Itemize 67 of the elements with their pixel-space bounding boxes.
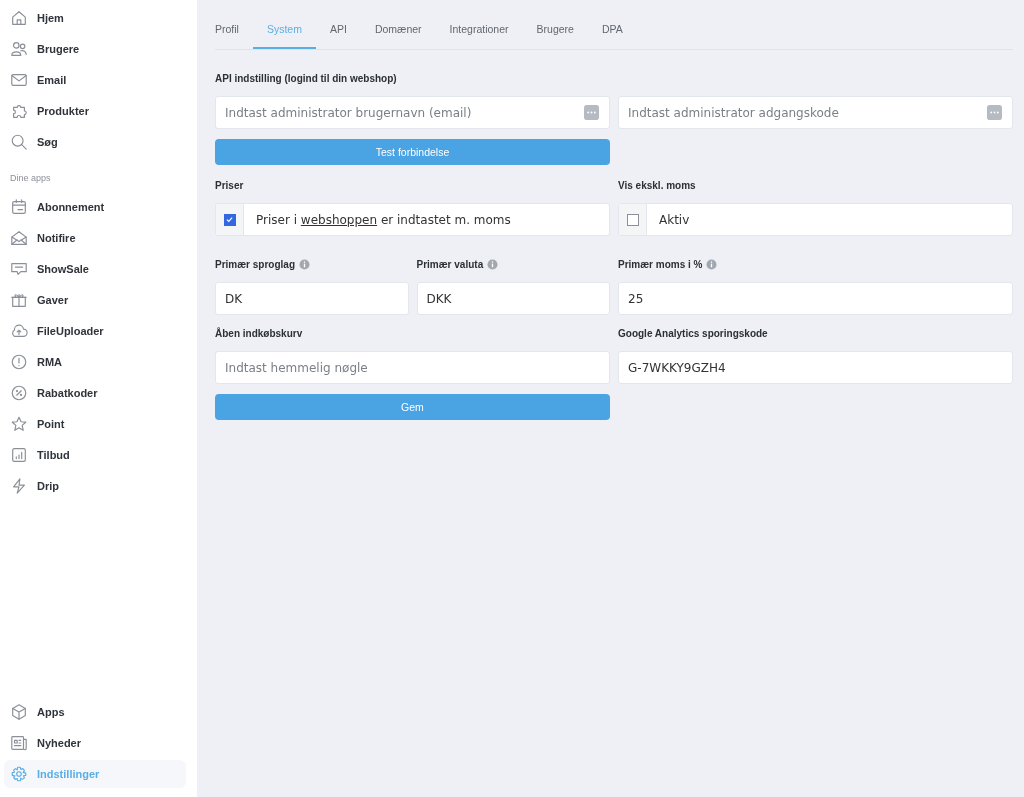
bar-chart-icon (10, 446, 28, 464)
cloud-upload-icon (10, 322, 28, 340)
input-field[interactable]: 25 (618, 282, 1013, 315)
tab[interactable]: Integrationer (435, 0, 523, 49)
field-label: API indstilling (logind til din webshop) (215, 72, 397, 84)
nav-item[interactable]: ShowSale (4, 255, 186, 283)
field-label: Primær valuta (416, 258, 484, 270)
users-icon (10, 40, 28, 58)
field-label: Primær sproglag (215, 258, 296, 270)
checkbox-label: Aktiv (658, 211, 690, 229)
input-field[interactable]: DK (215, 282, 409, 315)
nav-item[interactable]: Nyheder (4, 729, 186, 757)
field-label: Vis ekskl. moms (618, 179, 696, 191)
newspaper-icon (10, 734, 28, 752)
input-field[interactable]: Indtast administrator brugernavn (email) (215, 96, 610, 129)
checkbox[interactable] (626, 213, 639, 226)
exclamation-circle-icon (10, 353, 28, 371)
gift-icon (10, 291, 28, 309)
nav-item[interactable]: FileUploader (4, 317, 186, 345)
field-label: Priser (215, 179, 244, 191)
gear-icon (10, 765, 28, 783)
chat-bubble-icon (10, 260, 28, 278)
nav-item[interactable]: Produkter (4, 97, 186, 125)
open-envelope-icon (10, 229, 28, 247)
nav-item[interactable]: Abonnement (4, 193, 186, 221)
nav-item[interactable]: Søg (4, 128, 186, 156)
nav-item[interactable]: Apps (4, 698, 186, 726)
home-icon (10, 9, 28, 27)
nav-item[interactable]: Brugere (4, 35, 186, 63)
cube-icon (10, 703, 28, 721)
nav-item[interactable]: Point (4, 410, 186, 438)
link[interactable]: webshoppen (300, 212, 378, 227)
nav-item[interactable]: Tilbud (4, 441, 186, 469)
percent-badge-icon (10, 384, 28, 402)
info-icon (706, 258, 718, 270)
checkbox-label: Priser i webshoppen er indtastet m. moms (255, 211, 511, 229)
checkbox[interactable] (223, 213, 236, 226)
envelope-icon (10, 71, 28, 89)
input-field[interactable]: G-7WKKY9GZH4 (618, 351, 1013, 384)
tab[interactable]: Domæner (360, 0, 436, 49)
more-icon[interactable] (584, 105, 599, 120)
more-icon[interactable] (987, 105, 1002, 120)
tab[interactable]: API (315, 0, 361, 49)
nav-item[interactable]: Hjem (4, 4, 186, 32)
star-icon (10, 415, 28, 433)
tab[interactable]: Profil (215, 0, 253, 49)
info-icon (299, 258, 311, 270)
section-heading: Dine apps (9, 172, 52, 185)
tab[interactable]: DPA (587, 0, 637, 49)
tab[interactable]: Brugere (522, 0, 588, 49)
nav-item[interactable]: Gaver (4, 286, 186, 314)
nav-item[interactable]: Rabatkoder (4, 379, 186, 407)
field-label: Åben indkøbskurv (215, 327, 303, 339)
nav-item[interactable]: Email (4, 66, 186, 94)
nav-item[interactable]: RMA (4, 348, 186, 376)
calendar-icon (10, 198, 28, 216)
field-label: Primær moms i % (618, 258, 703, 270)
input-field[interactable]: Indtast hemmelig nøgle (215, 351, 610, 384)
search-icon (10, 133, 28, 151)
field-label: Google Analytics sporingskode (618, 327, 768, 339)
input-field[interactable]: Indtast administrator adgangskode (618, 96, 1013, 129)
nav-item[interactable]: Notifire (4, 224, 186, 252)
lightning-icon (10, 477, 28, 495)
puzzle-icon (10, 102, 28, 120)
nav-item[interactable]: Drip (4, 472, 186, 500)
info-icon (487, 258, 499, 270)
input-field[interactable]: DKK (416, 282, 610, 315)
